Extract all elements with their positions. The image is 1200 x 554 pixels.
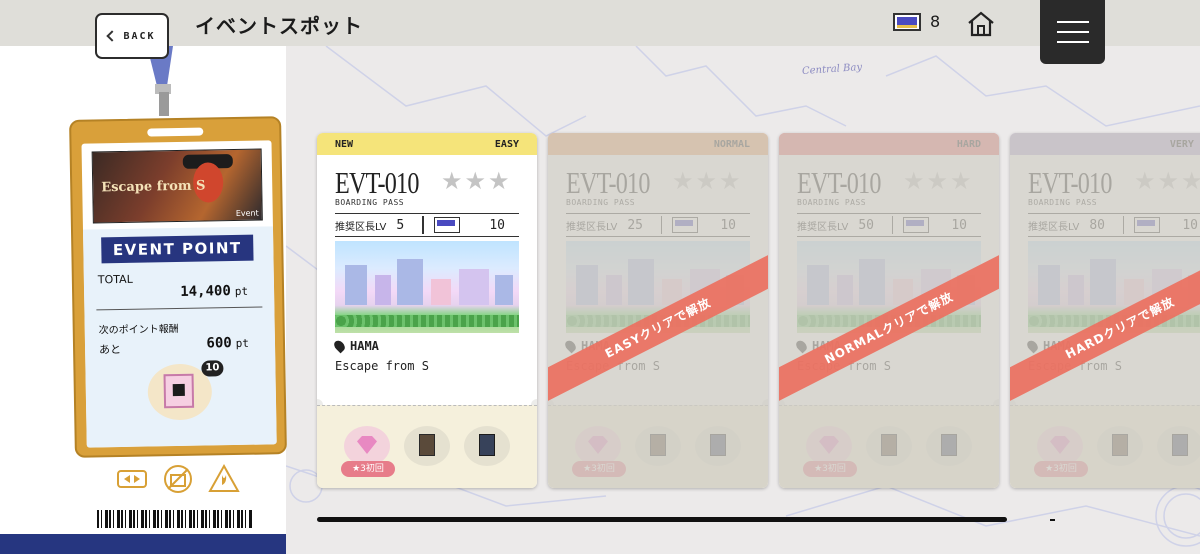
left-icon-row xyxy=(116,463,240,495)
chevron-left-icon xyxy=(106,30,119,42)
ticket-cost-value: 10 xyxy=(489,217,505,233)
banner-title: Escape from S xyxy=(101,178,206,196)
stage-card-very-ha[interactable]: VERY HA EVT-010 BOARDING PASS ★★★ 推奨区長LV… xyxy=(1010,133,1200,488)
gem-icon xyxy=(357,436,377,454)
reward-card-icon xyxy=(163,373,195,409)
menu-icon-bar xyxy=(1056,41,1089,43)
warning-icon[interactable] xyxy=(208,463,240,495)
scene-building xyxy=(459,269,489,305)
back-button-label: BACK xyxy=(123,30,156,42)
reward-memory-card[interactable] xyxy=(464,426,510,466)
map-pin-icon xyxy=(332,338,347,354)
scrollbar-end-marker xyxy=(1050,519,1055,521)
stage-code: EVT-010 xyxy=(335,165,419,200)
remaining-label: あと xyxy=(98,343,122,357)
info-divider xyxy=(422,216,424,234)
book-icon xyxy=(419,434,435,456)
event-point-area: EVENT POINT TOTAL 14,400 pt 次のポイント報酬 あと 6… xyxy=(82,226,277,448)
stage-card-hard[interactable]: HARD EVT-010 BOARDING PASS ★★★ 推奨区長LV 50… xyxy=(779,133,999,488)
stage-location-name: HAMA xyxy=(350,339,379,353)
star-rating: ★★★ xyxy=(441,167,512,195)
event-point-heading: EVENT POINT xyxy=(101,234,254,264)
menu-icon-bar xyxy=(1056,31,1089,33)
reward-gem[interactable] xyxy=(344,426,390,466)
back-button[interactable]: BACK xyxy=(95,13,169,59)
stage-location: HAMA xyxy=(332,338,379,354)
total-label: TOTAL xyxy=(97,272,133,287)
reward-count-badge: 10 xyxy=(201,360,224,377)
top-bar: イベントスポット 8 xyxy=(0,0,1200,46)
boarding-pass-label: BOARDING PASS xyxy=(335,198,405,207)
ticket-icon xyxy=(433,217,460,233)
stage-card-normal[interactable]: NORMAL EVT-010 BOARDING PASS ★★★ 推奨区長LV … xyxy=(548,133,768,488)
next-reward-label: 次のポイント報酬 xyxy=(98,323,179,337)
left-footer-bar xyxy=(0,534,286,554)
remaining-unit: pt xyxy=(235,336,250,350)
total-value: 14,400 pt xyxy=(180,283,248,300)
card-header: NEW EASY xyxy=(317,133,537,155)
menu-icon-bar xyxy=(1056,21,1089,23)
first-clear-badge: ★3初回 xyxy=(341,461,395,477)
home-icon xyxy=(968,11,994,37)
recommended-level-value: 5 xyxy=(396,217,405,233)
recommended-level-label: 推奨区長LV xyxy=(335,221,387,233)
card-tag: NEW xyxy=(335,138,354,150)
total-number: 14,400 xyxy=(180,283,231,300)
card-difficulty: EASY xyxy=(494,138,519,150)
scene-building xyxy=(495,275,513,305)
badge-hole xyxy=(147,127,204,137)
scene-hedge xyxy=(335,315,519,327)
stage-subtitle: Escape from S xyxy=(335,359,429,373)
reward-book[interactable] xyxy=(404,426,450,466)
event-badge[interactable]: Escape from S Event EVENT POINT TOTAL 14… xyxy=(69,116,287,458)
ticket-icon xyxy=(893,12,921,31)
home-button[interactable] xyxy=(966,10,996,38)
barcode xyxy=(97,510,253,528)
reward-strip: ★3初回 xyxy=(317,405,537,488)
exchange-icon[interactable] xyxy=(116,463,148,495)
scene-building xyxy=(397,259,423,305)
event-banner-image: Escape from S Event xyxy=(91,148,263,224)
ticket-count-value: 8 xyxy=(930,12,941,31)
badge-card: Escape from S Event EVENT POINT TOTAL 14… xyxy=(81,140,277,448)
scene-building xyxy=(431,279,451,305)
scene-building xyxy=(375,275,391,305)
total-unit: pt xyxy=(234,284,249,299)
remaining-value: 600 pt xyxy=(206,335,250,352)
ticket-counter: 8 xyxy=(893,12,940,31)
card-info-row: 推奨区長LV 5 10 xyxy=(335,213,519,237)
stage-card-easy[interactable]: NEW EASY EVT-010 BOARDING PASS ★★★ 推奨区長L… xyxy=(317,133,537,488)
horizontal-scrollbar[interactable] xyxy=(317,517,1007,522)
page-title: イベントスポット xyxy=(195,14,363,38)
memory-card-icon xyxy=(479,434,495,456)
scene-building xyxy=(345,265,367,305)
banner-tag: Event xyxy=(235,208,259,218)
divider xyxy=(96,306,263,311)
stage-scene-image xyxy=(335,241,519,333)
shop-icon[interactable] xyxy=(162,463,194,495)
remaining-number: 600 xyxy=(206,335,232,352)
menu-button[interactable] xyxy=(1040,0,1105,64)
